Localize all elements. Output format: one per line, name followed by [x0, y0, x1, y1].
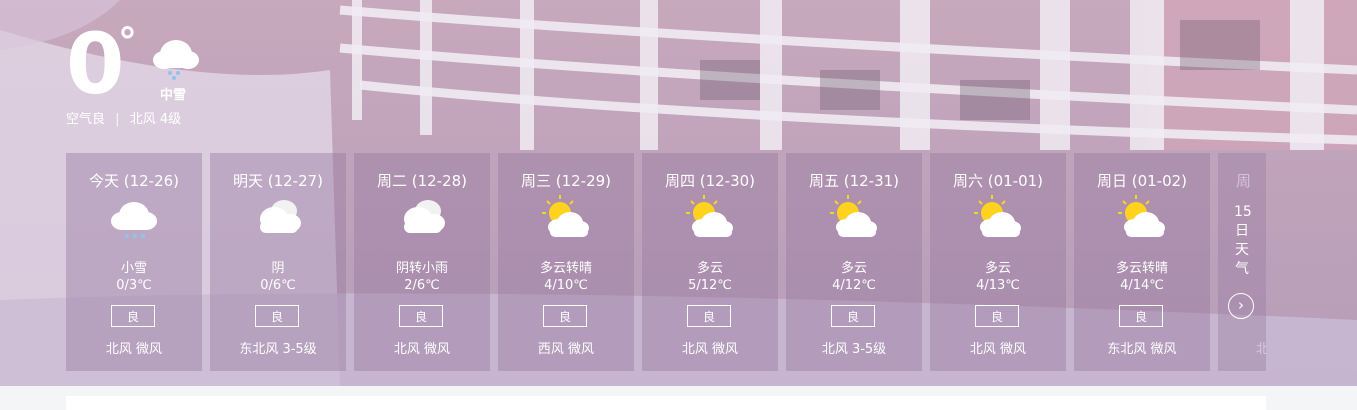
next-day-label-faded: 周: [1236, 172, 1252, 190]
forecast-description: 多云: [696, 261, 723, 276]
aqi-badge[interactable]: 良: [975, 305, 1019, 327]
fifteen-day-label-part: 日: [1235, 223, 1249, 239]
forecast-wind: 西风 微风: [537, 342, 595, 357]
content-panel-top: [66, 396, 1266, 410]
partly-cloudy-icon: [974, 195, 1021, 237]
forecast-date: 周四 (12-30): [664, 172, 756, 190]
fifteen-day-label-part: 气: [1235, 261, 1249, 277]
forecast-temperature-range: 4/12℃: [832, 278, 876, 293]
forecast-description: 阴: [271, 261, 285, 276]
partly-cloudy-icon: [542, 195, 589, 237]
forecast-day-card[interactable]: 周二 (12-28) 阴转小雨 2/6℃ 良 北风 微风: [354, 153, 490, 371]
aqi-badge[interactable]: 良: [687, 305, 731, 327]
overcast-icon: [260, 200, 301, 233]
forecast-description: 多云转晴: [539, 261, 592, 276]
aqi-badge[interactable]: 良: [543, 305, 587, 327]
forecast-wind: 东北风 微风: [1107, 342, 1177, 357]
forecast-temperature-range: 4/14℃: [1120, 278, 1164, 293]
forecast-day-card[interactable]: 周四 (12-30) 多云 5/12℃ 良 北风 微风: [642, 153, 778, 371]
forecast-date: 周五 (12-31): [808, 172, 900, 190]
forecast-temperature-range: 0/3℃: [116, 278, 152, 293]
forecast-description: 多云转晴: [1115, 261, 1168, 276]
forecast-wind: 北风 微风: [105, 342, 163, 357]
forecast-strip: 今天 (12-26) 小雪 0/3℃ 良 北风 微风 明天 (12-27) 阴 …: [66, 153, 1266, 371]
forecast-day-card[interactable]: 周日 (01-02) 多云转晴 4/14℃ 良 东北风 微风: [1074, 153, 1210, 371]
aqi-badge[interactable]: 良: [255, 305, 299, 327]
forecast-day-card[interactable]: 周六 (01-01) 多云 4/13℃ 良 北风 微风: [930, 153, 1066, 371]
fifteen-day-forecast-panel[interactable]: 周 15 日 天 气 › 北: [1218, 153, 1266, 371]
fifteen-day-label-part: 15: [1234, 204, 1252, 220]
snow-cloud-icon: [153, 40, 199, 80]
weather-hero: 0 ° 中雪 空气良 | 北风 4级 今天 (12-26) 小雪 0/3℃ 良 …: [0, 0, 1357, 386]
forecast-wind: 北风 微风: [969, 342, 1027, 357]
forecast-day-card[interactable]: 周五 (12-31) 多云 4/12℃ 良 北风 3-5级: [786, 153, 922, 371]
degree-symbol: °: [118, 20, 137, 64]
forecast-day-card[interactable]: 周三 (12-29) 多云转晴 4/10℃ 良 西风 微风: [498, 153, 634, 371]
next-wind-faded: 北: [1256, 342, 1266, 357]
partly-cloudy-icon: [1118, 195, 1165, 237]
snow-cloud-icon: [111, 202, 157, 238]
partly-cloudy-icon: [686, 195, 733, 237]
next-arrow-icon[interactable]: ›: [1228, 293, 1254, 319]
forecast-wind: 北风 微风: [681, 342, 739, 357]
forecast-wind: 东北风 3-5级: [239, 342, 317, 357]
forecast-date: 周日 (01-02): [1096, 172, 1188, 190]
overcast-icon: [404, 200, 445, 233]
current-subinfo: 空气良 | 北风 4级: [66, 108, 181, 127]
fifteen-day-label[interactable]: 15 日 天 气: [1234, 203, 1252, 279]
forecast-wind: 北风 微风: [393, 342, 451, 357]
separator: |: [115, 112, 120, 127]
current-temperature: 0: [66, 15, 124, 113]
forecast-date: 周二 (12-28): [376, 172, 468, 190]
aqi-badge[interactable]: 良: [111, 305, 155, 327]
forecast-date: 明天 (12-27): [232, 172, 324, 190]
aqi-badge[interactable]: 良: [399, 305, 443, 327]
forecast-description: 小雪: [120, 261, 147, 276]
forecast-description: 多云: [840, 261, 867, 276]
partly-cloudy-icon: [830, 195, 877, 237]
forecast-day-card[interactable]: 今天 (12-26) 小雪 0/3℃ 良 北风 微风: [66, 153, 202, 371]
forecast-day-card[interactable]: 明天 (12-27) 阴 0/6℃ 良 东北风 3-5级: [210, 153, 346, 371]
forecast-date: 周六 (01-01): [952, 172, 1044, 190]
forecast-description: 阴转小雨: [395, 261, 448, 276]
forecast-date: 今天 (12-26): [88, 172, 180, 190]
forecast-description: 多云: [984, 261, 1011, 276]
current-wind: 北风 4级: [129, 112, 182, 127]
aqi-badge[interactable]: 良: [831, 305, 875, 327]
forecast-date: 周三 (12-29): [520, 172, 612, 190]
current-condition: 中雪: [160, 88, 187, 103]
fifteen-day-label-part: 天: [1235, 242, 1249, 258]
aqi-badge[interactable]: 良: [1119, 305, 1163, 327]
forecast-temperature-range: 4/13℃: [976, 278, 1020, 293]
air-quality-text: 空气良: [66, 112, 106, 127]
forecast-temperature-range: 5/12℃: [688, 278, 732, 293]
forecast-temperature-range: 0/6℃: [260, 278, 296, 293]
forecast-temperature-range: 2/6℃: [404, 278, 440, 293]
forecast-temperature-range: 4/10℃: [544, 278, 588, 293]
forecast-wind: 北风 3-5级: [821, 342, 887, 357]
